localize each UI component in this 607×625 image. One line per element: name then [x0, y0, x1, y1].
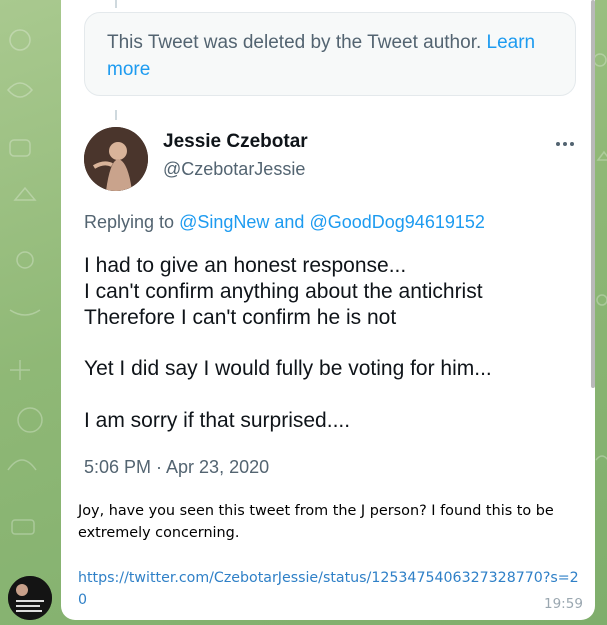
tweet-line: I am sorry if that surprised.... [84, 409, 351, 432]
more-dots-icon[interactable] [551, 132, 579, 156]
author-avatar[interactable] [84, 127, 148, 191]
tweet-line: I can't confirm anything about the antic… [84, 280, 483, 303]
reply-mention-singnew[interactable]: @SingNew [179, 212, 269, 232]
sender-avatar-icon [8, 576, 52, 620]
tweet-line: Therefore I can't confirm he is not [84, 306, 397, 329]
avatar-photo-icon [84, 127, 148, 191]
thread-line-mid [115, 110, 117, 120]
reply-prefix: Replying to [84, 212, 175, 232]
deleted-notice-text: This Tweet was deleted by the Tweet auth… [107, 32, 482, 53]
author-name[interactable]: Jessie Czebotar [163, 131, 308, 153]
tweet-line: Yet I did say I would fully be voting fo… [84, 357, 492, 380]
author-handle[interactable]: @CzebotarJessie [163, 159, 305, 180]
message-time: 19:59 [544, 596, 583, 612]
reply-and: and [274, 212, 305, 232]
scrollbar[interactable] [591, 0, 595, 388]
thread-line-top [115, 0, 117, 8]
replying-to: Replying to @SingNew and @GoodDog9461915… [84, 212, 485, 233]
deleted-tweet-notice: This Tweet was deleted by the Tweet auth… [84, 12, 576, 96]
message-text: Joy, have you seen this tweet from the J… [78, 503, 554, 541]
reply-mention-gooddog[interactable]: @GoodDog94619152 [309, 212, 484, 232]
tweet-timestamp[interactable]: 5:06 PM · Apr 23, 2020 [84, 457, 269, 478]
tweet-line: I had to give an honest response... [84, 254, 407, 277]
sender-avatar[interactable] [8, 576, 52, 620]
message-link[interactable]: https://twitter.com/CzebotarJessie/statu… [78, 567, 583, 611]
